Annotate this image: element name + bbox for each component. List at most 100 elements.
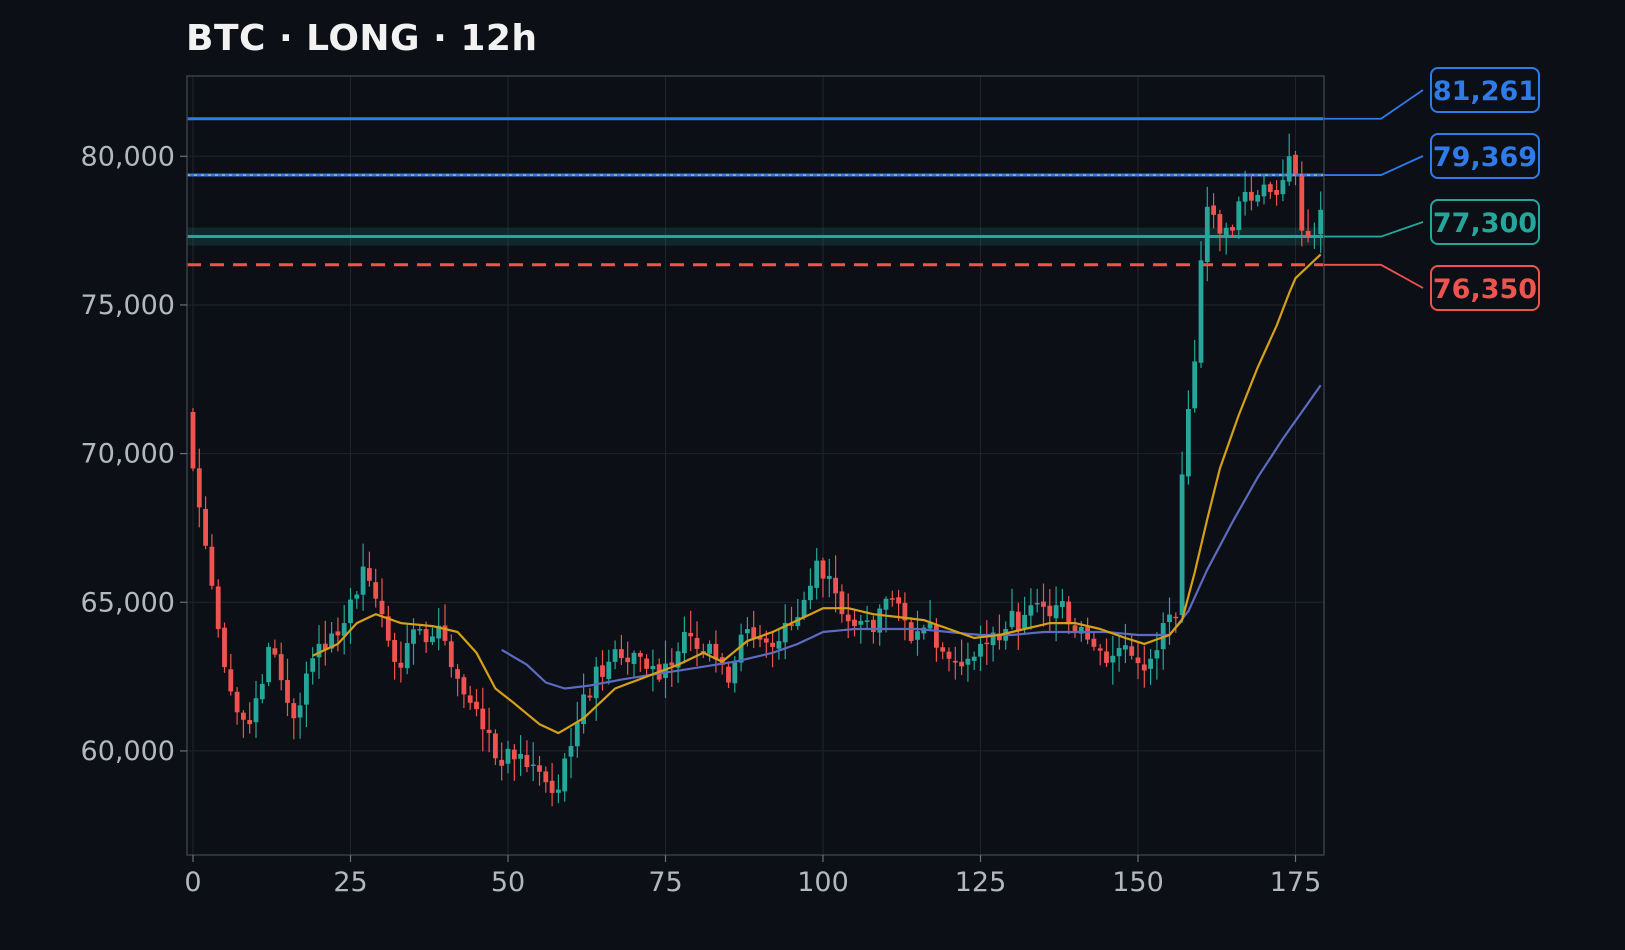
candle-body	[726, 666, 731, 683]
candle-body	[600, 665, 605, 677]
candle-body	[1242, 191, 1248, 202]
candle-body	[770, 642, 775, 647]
candle-body	[820, 560, 826, 579]
candle-body	[776, 641, 782, 649]
candle-body	[858, 620, 864, 625]
candle-body	[978, 643, 983, 657]
candle-body	[1116, 647, 1122, 657]
candle-body	[1091, 638, 1097, 647]
x-tick-label: 175	[1270, 867, 1322, 898]
candle-body	[455, 669, 460, 679]
candle-body	[423, 629, 429, 643]
candle-body	[889, 598, 895, 600]
x-tick-label: 50	[491, 867, 525, 898]
candle-body	[253, 698, 259, 723]
candle-body	[530, 764, 536, 767]
candle-body	[379, 600, 385, 615]
candle-body	[1123, 645, 1128, 650]
candle-body	[644, 658, 649, 669]
candle-body	[1110, 655, 1116, 663]
candle-body	[593, 666, 599, 699]
candle-body	[568, 745, 574, 757]
candle-body	[417, 629, 423, 631]
x-tick-label: 0	[184, 867, 201, 898]
candle-body	[543, 771, 549, 783]
y-tick-label: 80,000	[81, 141, 175, 172]
candlestick-chart: 0 25 50 75 100 125 150 175 60,000 65,000 70,000 75,…	[81, 67, 1540, 898]
level-badge-label: 76,350	[1433, 274, 1537, 305]
candle-body	[971, 656, 977, 661]
candle-body	[1015, 611, 1021, 631]
candle-body	[203, 508, 208, 546]
candle-body	[392, 639, 397, 662]
candle-body	[574, 722, 580, 747]
candle-body	[839, 591, 845, 615]
x-tick-label: 150	[1112, 867, 1164, 898]
candle-body	[1299, 175, 1305, 231]
level-connector	[1324, 89, 1424, 120]
candle-body	[946, 651, 952, 659]
candle-body	[1047, 605, 1053, 617]
candle-body	[1280, 180, 1286, 195]
candle-body	[934, 625, 939, 648]
candle-body	[1104, 651, 1109, 663]
level-connector	[1324, 155, 1424, 176]
candle-body	[984, 642, 990, 645]
candle-body	[1097, 648, 1103, 651]
candle-body	[1060, 601, 1065, 607]
candle-body	[222, 627, 227, 668]
candle-body	[1154, 650, 1160, 659]
candle-body	[1022, 614, 1027, 629]
candle-body	[448, 641, 454, 668]
candle-body	[707, 643, 712, 654]
candle-body	[1293, 154, 1298, 175]
candle-body	[524, 754, 530, 768]
candle-body	[883, 598, 889, 610]
candle-body	[852, 619, 857, 627]
candle-body	[354, 594, 360, 599]
candle-body	[1305, 230, 1311, 237]
candle-body	[1249, 191, 1254, 201]
candle-body	[297, 705, 303, 718]
candle-body	[1066, 601, 1072, 625]
y-tick-label: 60,000	[81, 736, 175, 767]
x-tick-label: 75	[648, 867, 682, 898]
candle-body	[1009, 610, 1015, 628]
candle-body	[1236, 201, 1242, 231]
candle-body	[694, 637, 700, 649]
candle-body	[549, 780, 555, 793]
candle-body	[965, 658, 971, 665]
candle-body	[1041, 601, 1046, 607]
candle-body	[808, 585, 813, 601]
candle-body	[1223, 227, 1229, 236]
level-badge-label: 77,300	[1433, 208, 1537, 239]
candle-body	[688, 632, 694, 637]
candle-body	[625, 657, 631, 663]
candle-body	[499, 759, 505, 766]
level-badge-label: 81,261	[1433, 76, 1537, 107]
candle-body	[669, 662, 675, 666]
level-badges: 81,261 79,369 77,300 76,350	[1324, 67, 1540, 311]
candle-body	[745, 629, 750, 634]
candle-body	[209, 546, 215, 586]
candle-body	[763, 638, 769, 643]
candle-body	[631, 652, 637, 664]
candle-body	[908, 622, 914, 641]
candle-body	[518, 753, 523, 759]
candle-body	[845, 614, 851, 622]
candle-body	[348, 599, 353, 624]
level-badge-label: 79,369	[1433, 142, 1537, 173]
candle-body	[278, 654, 284, 681]
y-tick-label: 75,000	[81, 290, 175, 321]
candle-body	[215, 586, 221, 630]
candle-body	[1135, 657, 1141, 664]
candle-body	[1230, 227, 1235, 231]
candle-body	[1148, 658, 1153, 669]
candle-body	[304, 673, 309, 705]
candle-body	[751, 627, 757, 639]
candle-body	[959, 661, 964, 667]
candle-body	[316, 643, 322, 658]
x-tick-label: 25	[333, 867, 367, 898]
level-connector	[1324, 263, 1424, 289]
candle-body	[190, 411, 196, 469]
